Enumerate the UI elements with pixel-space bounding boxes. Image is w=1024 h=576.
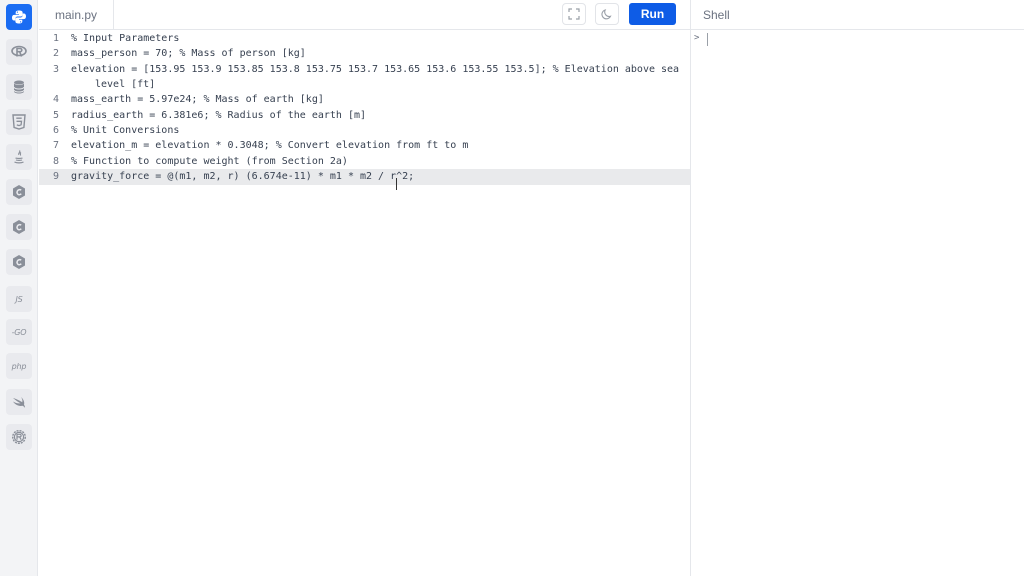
code-line: 1 % Input Parameters [39,31,690,47]
line-number: 7 [52,140,59,151]
code-line-active: 9 gravity_force = @(m1, m2, r) (6.674e-1… [39,169,690,185]
shell-output-panel[interactable]: > [691,31,1024,576]
line-number: 3 [52,64,59,75]
line-number: 4 [52,94,59,105]
language-java[interactable] [6,144,32,170]
code-text-wrapped: level [ft] [95,79,156,90]
line-number: 2 [52,48,59,59]
code-text: gravity_force = @(m1, m2, r) (6.674e-11)… [71,171,415,182]
line-number: 9 [52,171,59,182]
top-bar: main.py Run Shell [39,0,1024,576]
code-line: 4 mass_earth = 5.97e24; % Mass of earth … [39,92,690,108]
swift-icon [13,397,25,408]
java-icon [14,150,24,164]
code-text: radius_earth = 6.381e6; % Radius of the … [71,110,367,121]
csharp-icon [13,255,25,269]
database-icon [13,80,25,94]
language-sql[interactable] [6,74,32,100]
code-text: mass_earth = 5.97e24; % Mass of earth [k… [71,94,324,105]
go-icon: -GO [11,327,27,337]
rust-icon [11,429,27,445]
shell-caret [707,33,708,46]
html5-icon [12,114,26,130]
language-cpp[interactable] [6,214,32,240]
text-cursor-icon [396,178,402,190]
language-swift[interactable] [6,389,32,415]
cpp-icon [13,220,25,234]
code-text: elevation = [153.95 153.9 153.85 153.8 1… [71,64,680,75]
line-number: 6 [52,125,59,136]
code-editor[interactable]: 1 % Input Parameters 2 mass_person = 70;… [39,31,690,576]
code-line: 5 radius_earth = 6.381e6; % Radius of th… [39,108,690,124]
c-icon [13,185,25,199]
r-icon [11,45,27,57]
language-rust[interactable] [6,424,32,450]
code-text: % Function to compute weight (from Secti… [71,156,348,167]
code-text: % Unit Conversions [71,125,180,136]
language-csharp[interactable] [6,249,32,275]
line-number: 5 [52,110,59,121]
shell-title: Shell [703,8,730,22]
line-number: 1 [52,33,59,44]
language-sidebar: JS -GO php [0,0,38,576]
language-javascript[interactable]: JS [6,286,32,312]
js-icon: JS [15,294,23,304]
code-text: % Input Parameters [71,33,180,44]
code-line: 2 mass_person = 70; % Mass of person [kg… [39,46,690,62]
moon-icon [601,9,612,20]
python-icon [12,10,26,24]
language-go[interactable]: -GO [6,319,32,345]
code-text: elevation_m = elevation * 0.3048; % Conv… [71,140,469,151]
code-line: 8 % Function to compute weight (from Sec… [39,154,690,170]
expand-icon [568,8,580,20]
language-c[interactable] [6,179,32,205]
dark-mode-toggle[interactable] [595,3,619,25]
line-number: 8 [52,156,59,167]
language-r[interactable] [6,39,32,65]
language-php[interactable]: php [6,353,32,379]
php-icon: php [11,361,27,371]
run-button[interactable]: Run [629,3,676,25]
language-html[interactable] [6,109,32,135]
fullscreen-button[interactable] [562,3,586,25]
code-line: 6 % Unit Conversions [39,123,690,139]
online-compiler-app: JS -GO php main.py Run Shell 1 % Input P… [0,0,1024,576]
tab-main-py[interactable]: main.py [39,0,114,30]
code-text: mass_person = 70; % Mass of person [kg] [71,48,306,59]
code-line: 7 elevation_m = elevation * 0.3048; % Co… [39,138,690,154]
language-python[interactable] [6,4,32,30]
shell-prompt: > [694,33,700,43]
